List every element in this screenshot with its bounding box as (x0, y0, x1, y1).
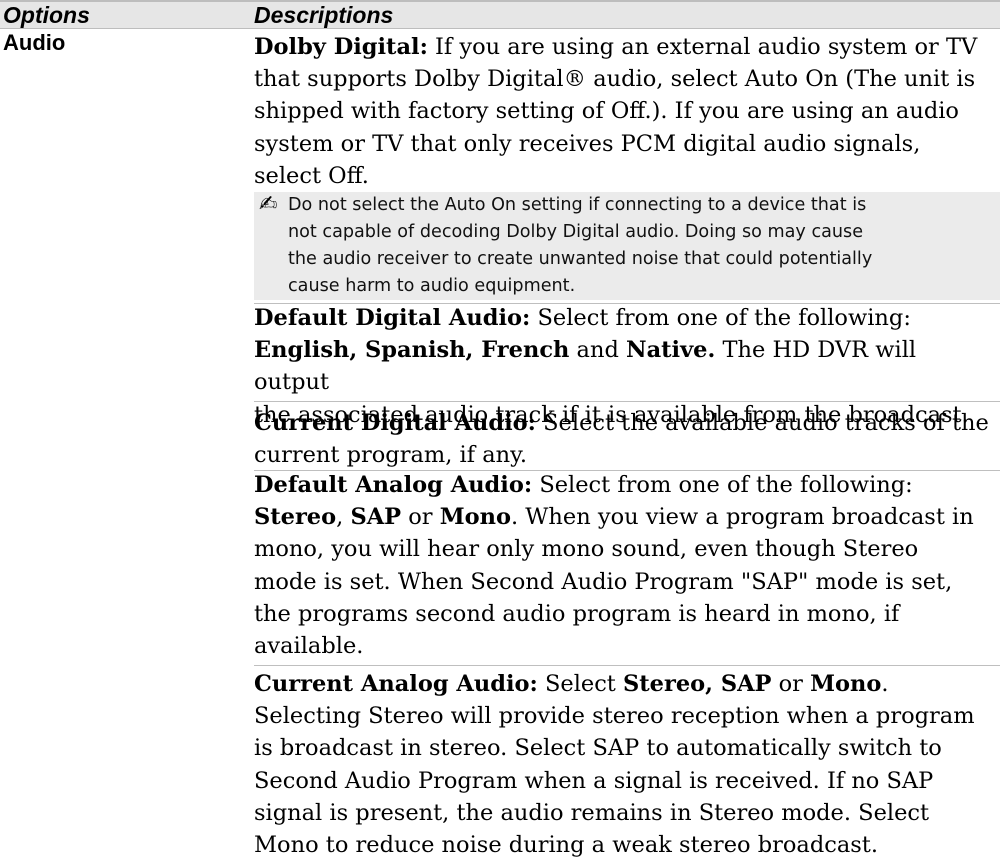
word-and: and (576, 337, 619, 364)
note-line-1: Do not select the Auto On setting if con… (288, 195, 867, 215)
default-digital-line-2: English, Spanish, French and Native. The… (254, 337, 917, 396)
current-analog-line-3: is broadcast in stereo. Select SAP to au… (254, 735, 942, 762)
row-divider (254, 665, 1000, 666)
default-analog-line-3: mono, you will hear only mono sound, eve… (254, 536, 919, 563)
table-header: Options Descriptions (0, 0, 1000, 29)
current-digital-line-1: Current Digital Audio: Select the availa… (254, 407, 996, 439)
current-digital-audio-description: Current Digital Audio: Select the availa… (254, 407, 996, 471)
options-column-header: Options (3, 2, 90, 28)
option-native: Native. (626, 337, 716, 364)
note-line-3: the audio receiver to create unwanted no… (288, 249, 873, 269)
word-or: or (778, 671, 803, 697)
default-digital-title: Default Digital Audio: (254, 305, 531, 331)
default-analog-text-2: . When you view a program broadcast in (510, 504, 974, 531)
current-analog-audio-description: Current Analog Audio: Select Stereo, SAP… (254, 668, 996, 861)
current-digital-title: Current Digital Audio: (254, 410, 536, 436)
option-english: English (254, 337, 350, 364)
default-analog-line-4: mode is set. When Second Audio Program "… (254, 568, 953, 595)
dolby-line-3: shipped with factory setting of Off.). I… (254, 98, 959, 125)
default-analog-line-5: the programs second audio program is hea… (254, 600, 900, 627)
dolby-line-1: Dolby Digital: If you are using an exter… (254, 31, 996, 63)
current-analog-title: Current Analog Audio: (254, 671, 538, 697)
default-digital-line-1: Default Digital Audio: Select from one o… (254, 302, 996, 334)
note-line-2: not capable of decoding Dolby Digital au… (288, 222, 864, 242)
default-analog-line-6: available. (254, 633, 364, 660)
descriptions-column-header: Descriptions (254, 2, 394, 28)
pencil-note-icon: ✍ (259, 192, 278, 217)
dolby-line-2: that supports Dolby Digital® audio, sele… (254, 66, 976, 93)
period: . (881, 671, 889, 697)
current-analog-line-1: Current Analog Audio: Select Stereo, SAP… (254, 668, 996, 700)
default-analog-title: Default Analog Audio: (254, 472, 533, 498)
dolby-line-5: select Off. (254, 162, 369, 189)
current-analog-line-4: Second Audio Program when a signal is re… (254, 767, 934, 794)
current-analog-line-2: Selecting Stereo will provide stereo rec… (254, 703, 975, 730)
select-word: Select (544, 671, 616, 697)
current-analog-line-6: Mono to reduce noise during a weak stere… (254, 832, 878, 859)
row-divider (254, 401, 1000, 402)
default-analog-line-1: Default Analog Audio: Select from one of… (254, 469, 996, 501)
option-mono: Mono (810, 671, 882, 697)
default-analog-text: Select from one of the following: (539, 472, 913, 498)
note-line-4: cause harm to audio equipment. (288, 276, 576, 296)
option-stereo-sap: Stereo, SAP (623, 671, 772, 697)
note-box: ✍ Do not select the Auto On setting if c… (254, 192, 1000, 300)
default-analog-line-2: Stereo, SAP or Mono. When you view a pro… (254, 504, 974, 531)
option-sap: SAP (350, 504, 402, 531)
dolby-digital-description: Dolby Digital: If you are using an exter… (254, 31, 996, 192)
options-table: Options Descriptions Audio Dolby Digital… (0, 0, 1000, 865)
default-analog-audio-description: Default Analog Audio: Select from one of… (254, 469, 996, 662)
option-french: French (481, 337, 570, 364)
word-or: or (408, 504, 433, 531)
current-analog-line-5: signal is present, the audio remains in … (254, 799, 930, 826)
option-name-audio: Audio (3, 30, 66, 55)
current-digital-line-2: current program, if any. (254, 442, 527, 469)
dolby-text: If you are using an external audio syste… (435, 34, 978, 60)
dolby-line-4: system or TV that only receives PCM digi… (254, 130, 921, 157)
current-digital-text: Select the available audio tracks of the (543, 410, 989, 436)
option-stereo: Stereo (254, 504, 337, 531)
option-spanish: Spanish (365, 337, 466, 364)
option-mono: Mono (439, 504, 511, 531)
dolby-digital-title: Dolby Digital: (254, 34, 428, 60)
default-digital-text: Select from one of the following: (537, 305, 911, 331)
note-text: Do not select the Auto On setting if con… (288, 192, 988, 300)
